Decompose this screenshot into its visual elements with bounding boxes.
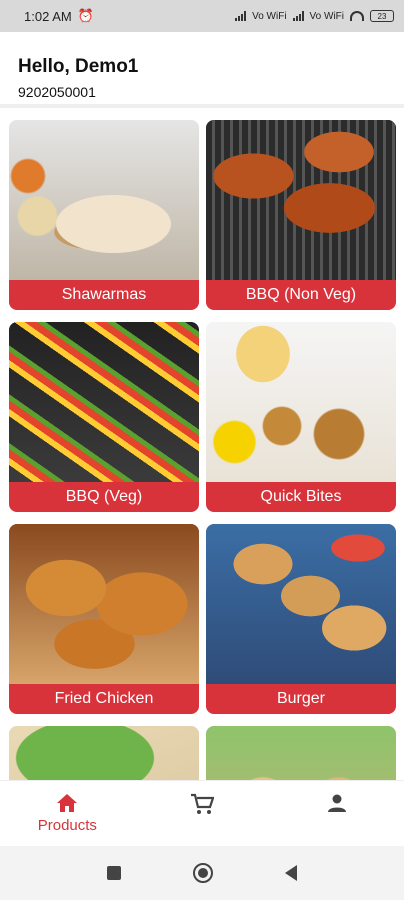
category-card-fried-chicken[interactable]: Fried Chicken — [9, 524, 199, 714]
sandwich-image — [9, 726, 199, 780]
bottom-navigation: Products — [0, 780, 404, 846]
category-label: BBQ (Non Veg) — [206, 280, 396, 310]
bbq-nonveg-image — [206, 120, 396, 280]
cart-icon — [191, 793, 214, 814]
category-grid: Shawarmas BBQ (Non Veg) BBQ (Veg) Quick … — [9, 120, 396, 780]
category-label: BBQ (Veg) — [9, 482, 199, 512]
shawarma-image — [9, 120, 199, 280]
category-card-sandwich[interactable] — [9, 726, 199, 780]
wifi-icon — [350, 11, 364, 21]
category-card-quick-bites[interactable]: Quick Bites — [206, 322, 396, 512]
category-card-burger[interactable]: Burger — [206, 524, 396, 714]
battery-level: 23 — [377, 11, 387, 21]
nav-cart[interactable] — [135, 781, 270, 815]
back-icon[interactable] — [285, 865, 297, 881]
wrap-image — [206, 726, 396, 780]
recents-icon[interactable] — [107, 866, 121, 880]
category-card-bbq-veg[interactable]: BBQ (Veg) — [9, 322, 199, 512]
home-icon — [57, 794, 78, 812]
greeting-text: Hello, Demo1 — [18, 56, 139, 77]
home-button-icon[interactable] — [193, 863, 213, 883]
nav-products-label: Products — [37, 817, 97, 834]
nav-profile[interactable] — [269, 781, 404, 813]
app-header: Hello, Demo1 9202050001 — [0, 32, 404, 108]
bbq-veg-image — [9, 322, 199, 482]
signal-icon-2 — [292, 11, 304, 21]
category-card-shawarmas[interactable]: Shawarmas — [9, 120, 199, 310]
category-card-wrap[interactable] — [206, 726, 396, 780]
profile-icon — [327, 794, 346, 812]
signal-icon — [235, 11, 247, 21]
category-label: Shawarmas — [9, 280, 199, 310]
alarm-icon: ⏰ — [77, 8, 94, 23]
category-grid-scroll[interactable]: Shawarmas BBQ (Non Veg) BBQ (Veg) Quick … — [0, 112, 404, 780]
nav-products[interactable]: Products — [0, 781, 135, 834]
status-time: 1:02 AM — [24, 8, 72, 24]
fried-chicken-image — [9, 524, 199, 684]
burger-image — [206, 524, 396, 684]
category-label: Quick Bites — [206, 482, 396, 512]
network-label-1: Vo WiFi — [252, 10, 287, 22]
category-label: Fried Chicken — [9, 684, 199, 714]
battery-icon: 23 — [370, 10, 394, 22]
network-label-2: Vo WiFi — [309, 10, 344, 22]
phone-number: 9202050001 — [18, 84, 96, 100]
category-label: Burger — [206, 684, 396, 714]
status-bar: 1:02 AM ⏰ Vo WiFi Vo WiFi 23 — [0, 0, 404, 32]
category-card-bbq-nonveg[interactable]: BBQ (Non Veg) — [206, 120, 396, 310]
quick-bites-image — [206, 322, 396, 482]
system-navigation-bar — [0, 846, 404, 900]
